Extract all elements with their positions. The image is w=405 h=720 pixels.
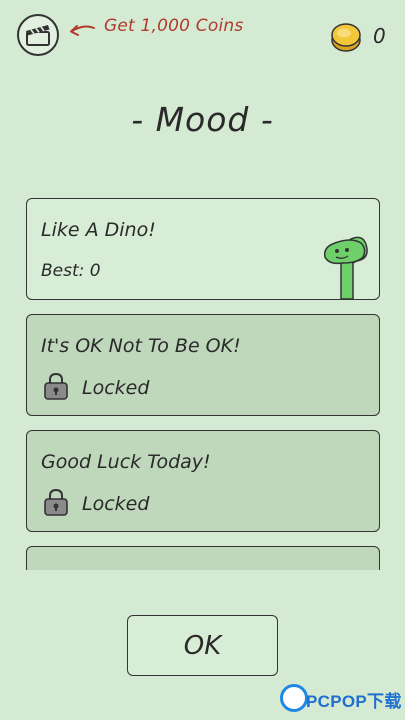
page-title: - Mood -	[131, 100, 274, 139]
clapperboard-icon	[26, 25, 50, 46]
mood-list[interactable]: Like A Dino! Best: 0 It's OK Not To Be O…	[26, 198, 380, 570]
coin-count: 0	[373, 24, 386, 48]
best-score: Best: 0	[41, 261, 101, 281]
locked-label: Locked	[82, 493, 150, 515]
mood-card-partial[interactable]	[26, 546, 380, 570]
mood-card-like-a-dino[interactable]: Like A Dino! Best: 0	[26, 198, 380, 300]
lock-icon	[44, 488, 68, 516]
mood-card-good-luck[interactable]: Good Luck Today! Locked	[26, 430, 380, 532]
watermark-logo-icon	[280, 684, 308, 712]
watch-video-button[interactable]	[17, 14, 59, 56]
watermark: PCPOP下载	[280, 684, 405, 718]
arrow-left-icon	[70, 25, 95, 36]
ok-button[interactable]: OK	[127, 615, 278, 676]
locked-label: Locked	[82, 377, 150, 399]
mood-card-its-ok[interactable]: It's OK Not To Be OK! Locked	[26, 314, 380, 416]
coin-stack-icon	[331, 23, 361, 52]
card-title: It's OK Not To Be OK!	[41, 335, 241, 357]
get-coins-link[interactable]: Get 1,000 Coins	[104, 16, 243, 36]
watermark-brand: PCPOP下载	[306, 692, 402, 711]
card-title: Like A Dino!	[41, 219, 156, 241]
card-title: Good Luck Today!	[41, 451, 211, 473]
top-bar: Get 1,000 Coins 0	[0, 0, 405, 70]
lock-icon	[44, 372, 68, 400]
dino-icon	[323, 236, 368, 299]
